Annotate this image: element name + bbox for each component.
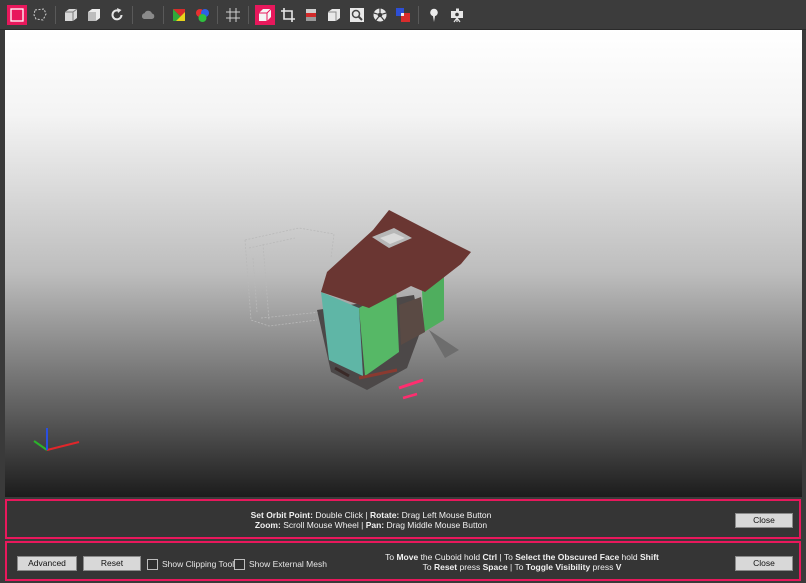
camera-icon[interactable] — [447, 5, 467, 25]
toolbar — [0, 0, 806, 30]
cuboid-close-button[interactable]: Close — [735, 556, 793, 571]
navigation-close-button[interactable]: Close — [735, 513, 793, 528]
select-rectangle-icon[interactable] — [7, 5, 27, 25]
color-by-normal-icon[interactable] — [169, 5, 189, 25]
grid-icon[interactable] — [223, 5, 243, 25]
hint-fragment: Double Click | — [312, 510, 370, 520]
hint-fragment: Ctrl — [482, 552, 498, 562]
pin-icon[interactable] — [424, 5, 444, 25]
hint-fragment: To — [422, 562, 434, 572]
slice-layers-icon[interactable] — [301, 5, 321, 25]
navigation-hint-text: Set Orbit Point: Double Click | Rotate: … — [7, 510, 735, 530]
select-lasso-icon[interactable] — [30, 5, 50, 25]
reset-button[interactable]: Reset — [83, 556, 141, 571]
crop-icon[interactable] — [278, 5, 298, 25]
hint-fragment: Select the Obscured Face — [515, 552, 620, 562]
navigation-hint-panel: Set Orbit Point: Double Click | Rotate: … — [5, 499, 801, 539]
box-view-icon[interactable] — [324, 5, 344, 25]
hint-fragment: hold — [619, 552, 640, 562]
navigation-hint-line-1: Set Orbit Point: Double Click | Rotate: … — [7, 510, 735, 520]
hint-fragment: press — [457, 562, 483, 572]
cuboid-hint-line-1: To Move the Cuboid hold Ctrl | To Select… — [307, 552, 737, 562]
hint-fragment: Move — [396, 552, 419, 562]
hint-fragment: Rotate: — [369, 510, 400, 520]
cuboid-tool-panel: Advanced Reset Show Clipping Tool Show E… — [5, 541, 801, 581]
clipping-tool-checkbox-box[interactable] — [147, 558, 158, 570]
hint-fragment: the Cuboid hold — [418, 552, 483, 562]
hint-fragment: Toggle Visibility — [525, 562, 591, 572]
hint-fragment: Zoom: — [254, 520, 281, 530]
axis-gizmo — [33, 428, 80, 451]
cuboid-hint-text: To Move the Cuboid hold Ctrl | To Select… — [307, 552, 737, 572]
hint-fragment: Drag Middle Mouse Button — [384, 520, 488, 530]
zoom-fit-icon[interactable] — [347, 5, 367, 25]
hint-fragment: press — [590, 562, 616, 572]
advanced-button[interactable]: Advanced — [17, 556, 77, 571]
classify-icon[interactable] — [393, 5, 413, 25]
hint-fragment: Shift — [639, 552, 659, 562]
cuboid-hint-line-2: To Reset press Space | To Toggle Visibil… — [307, 562, 737, 572]
y-axis-line — [33, 440, 48, 451]
color-by-rgb-icon[interactable] — [192, 5, 212, 25]
hint-fragment: To — [385, 552, 397, 562]
hint-fragment: Pan: — [365, 520, 385, 530]
show-clipping-tool-checkbox[interactable]: Show Clipping Tool — [147, 557, 234, 571]
hint-fragment: | To — [497, 552, 516, 562]
clipping-tool-label: Show Clipping Tool — [162, 559, 235, 569]
hint-fragment: Set Orbit Point: — [250, 510, 313, 520]
3d-viewport[interactable] — [5, 30, 802, 497]
hint-fragment: Reset — [433, 562, 458, 572]
rotate-icon[interactable] — [107, 5, 127, 25]
navigation-hint-line-2: Zoom: Scroll Mouse Wheel | Pan: Drag Mid… — [7, 520, 735, 530]
point-cloud-icon[interactable] — [138, 5, 158, 25]
point-cloud-model — [244, 210, 471, 400]
cuboid-select-icon[interactable] — [255, 5, 275, 25]
cuboid-icon[interactable] — [61, 5, 81, 25]
cuboid-face-icon[interactable] — [84, 5, 104, 25]
aperture-icon[interactable] — [370, 5, 390, 25]
hint-fragment: Scroll Mouse Wheel | — [280, 520, 366, 530]
hint-fragment: | To — [507, 562, 526, 572]
hint-fragment: V — [615, 562, 622, 572]
hint-fragment: Space — [482, 562, 508, 572]
x-axis-line — [46, 441, 80, 451]
hint-fragment: Drag Left Mouse Button — [399, 510, 492, 520]
external-mesh-checkbox-box[interactable] — [234, 558, 245, 570]
